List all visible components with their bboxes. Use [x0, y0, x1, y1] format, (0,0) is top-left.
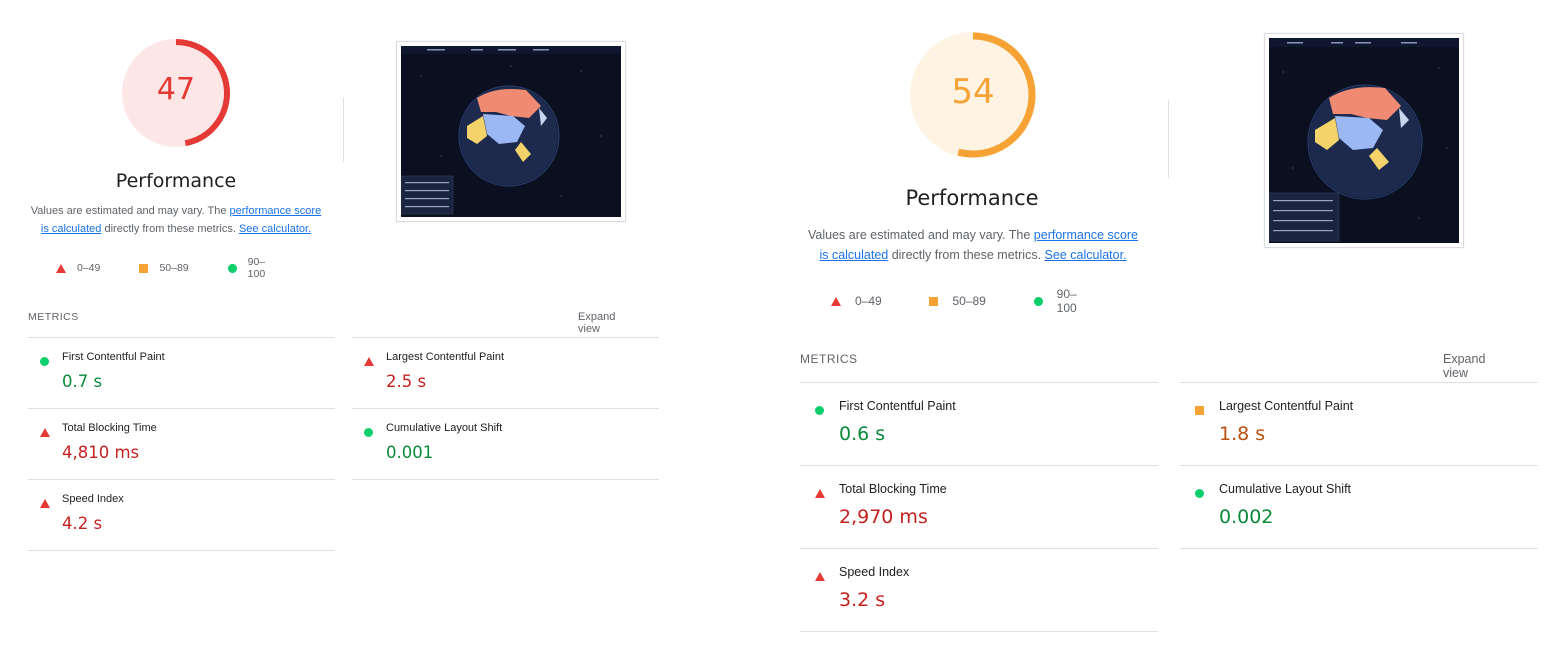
is-calculated-link[interactable]: is calculated — [41, 223, 102, 235]
expand-view-button[interactable]: Expand view — [578, 311, 615, 335]
metric-name: Speed Index — [62, 493, 124, 505]
performance-description: Values are estimated and may vary. The p… — [24, 203, 328, 238]
metric-name: Cumulative Layout Shift — [1219, 482, 1352, 496]
metric-name: Largest Contentful Paint — [386, 351, 505, 363]
metric-value: 3.2 s — [839, 589, 886, 611]
legend-average: 50–89 — [929, 294, 1034, 308]
performance-score-gauge: 54 — [908, 30, 1038, 160]
desc-text: Values are estimated and may vary. The — [30, 205, 230, 217]
is-calculated-link[interactable]: is calculated — [819, 248, 888, 262]
expand-view-button[interactable]: Expand view — [1443, 352, 1485, 380]
see-calculator-link[interactable]: See calculator. — [1045, 248, 1127, 262]
legend-average: 50–89 — [139, 262, 228, 274]
legend-fail-label: 0–49 — [855, 294, 882, 308]
metric-total-blocking-time: Total Blocking Time 4,810 ms — [28, 408, 335, 479]
metrics-column-right: Largest Contentful Paint 2.5 s Cumulative… — [352, 337, 659, 480]
performance-score-link[interactable]: performance score — [1034, 228, 1138, 242]
performance-score: 47 — [156, 71, 196, 107]
performance-title: Performance — [115, 170, 237, 192]
metric-value: 4.2 s — [62, 514, 103, 533]
pass-circle-icon — [40, 353, 49, 371]
fail-triangle-icon — [815, 568, 825, 586]
metric-largest-contentful-paint: Largest Contentful Paint 1.8 s — [1180, 382, 1538, 465]
see-calculator-link[interactable]: See calculator. — [239, 223, 311, 235]
metric-cumulative-layout-shift: Cumulative Layout Shift 0.002 — [1180, 465, 1538, 549]
metric-value: 0.001 — [386, 443, 434, 462]
metrics-heading: METRICS — [28, 311, 79, 323]
performance-title: Performance — [905, 186, 1039, 210]
metric-value: 4,810 ms — [62, 443, 140, 462]
average-square-icon — [139, 263, 149, 273]
fail-triangle-icon — [56, 263, 66, 273]
metric-cumulative-layout-shift: Cumulative Layout Shift 0.001 — [352, 408, 659, 480]
metrics-column-left: First Contentful Paint 0.7 s Total Blocki… — [28, 337, 335, 551]
pass-circle-icon — [815, 402, 824, 420]
final-screenshot[interactable] — [1264, 33, 1464, 248]
performance-score: 54 — [951, 72, 995, 112]
metric-value: 2.5 s — [386, 372, 427, 391]
fail-triangle-icon — [831, 296, 841, 306]
metrics-column-right: Largest Contentful Paint 1.8 s Cumulative… — [1180, 382, 1538, 549]
legend-pass: 90–100 — [228, 256, 279, 280]
final-screenshot[interactable] — [396, 41, 626, 222]
divider — [1168, 100, 1169, 178]
fail-triangle-icon — [815, 485, 825, 503]
pass-circle-icon — [1195, 485, 1204, 503]
desc-text-mid: directly from these metrics. — [101, 222, 236, 235]
metric-speed-index: Speed Index 4.2 s — [28, 479, 335, 551]
metric-name: First Contentful Paint — [62, 351, 165, 363]
desc-text-mid: directly from these metrics. — [888, 248, 1042, 262]
fail-triangle-icon — [40, 424, 50, 442]
pass-circle-icon — [1034, 296, 1043, 306]
metric-name: Total Blocking Time — [839, 482, 947, 496]
legend-pass: 90–100 — [1034, 287, 1093, 315]
metric-value: 2,970 ms — [839, 506, 928, 528]
legend-average-label: 50–89 — [952, 294, 986, 308]
fail-triangle-icon — [364, 353, 374, 371]
metric-largest-contentful-paint: Largest Contentful Paint 2.5 s — [352, 337, 659, 408]
metric-name: Cumulative Layout Shift — [386, 422, 503, 434]
score-legend: 0–49 50–89 90–100 — [56, 256, 280, 280]
divider — [343, 98, 344, 162]
metric-value: 0.6 s — [839, 423, 886, 445]
average-square-icon — [929, 296, 939, 306]
legend-fail: 0–49 — [56, 262, 139, 274]
legend-average-label: 50–89 — [159, 262, 189, 274]
legend-pass-label: 90–100 — [247, 256, 266, 280]
performance-score-gauge: 47 — [120, 37, 232, 149]
average-square-icon — [1195, 402, 1204, 420]
metric-value: 0.7 s — [62, 372, 103, 391]
metric-name: Total Blocking Time — [62, 422, 157, 434]
pass-circle-icon — [228, 263, 237, 273]
score-legend: 0–49 50–89 90–100 — [831, 287, 1093, 315]
performance-description: Values are estimated and may vary. The p… — [796, 225, 1150, 265]
metric-name: Speed Index — [839, 565, 910, 579]
metrics-column-left: First Contentful Paint 0.6 s Total Blocki… — [800, 382, 1158, 632]
legend-fail: 0–49 — [831, 294, 929, 308]
metric-total-blocking-time: Total Blocking Time 2,970 ms — [800, 465, 1158, 548]
metric-name: Largest Contentful Paint — [1219, 399, 1354, 413]
performance-score-link[interactable]: performance score — [230, 205, 322, 217]
metric-value: 1.8 s — [1219, 423, 1266, 445]
desc-text: Values are estimated and may vary. The — [807, 228, 1034, 242]
legend-pass-label: 90–100 — [1056, 287, 1077, 315]
pass-circle-icon — [364, 424, 373, 442]
metric-name: First Contentful Paint — [839, 399, 956, 413]
fail-triangle-icon — [40, 495, 50, 513]
metric-first-contentful-paint: First Contentful Paint 0.7 s — [28, 337, 335, 408]
metric-value: 0.002 — [1219, 506, 1274, 528]
legend-fail-label: 0–49 — [77, 262, 101, 274]
metric-first-contentful-paint: First Contentful Paint 0.6 s — [800, 382, 1158, 465]
metrics-heading: METRICS — [800, 352, 858, 366]
metric-speed-index: Speed Index 3.2 s — [800, 548, 1158, 632]
